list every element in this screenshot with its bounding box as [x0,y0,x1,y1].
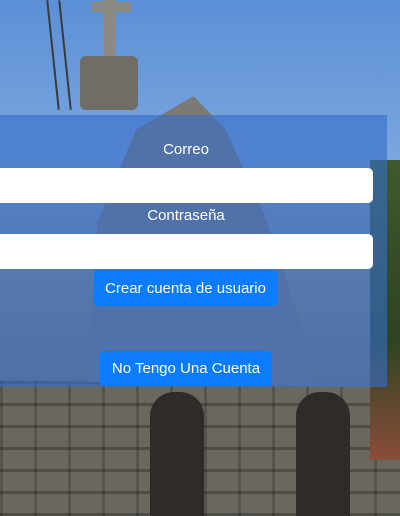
email-field[interactable] [0,168,373,203]
signup-panel: Correo Contraseña Crear cuenta de usuari… [0,115,387,387]
tower-opening [296,392,350,516]
password-label: Contraseña [147,207,225,224]
email-label: Correo [163,141,209,158]
tower-cap [80,56,138,110]
cross-bar [92,2,132,12]
tower-opening [150,392,204,516]
password-field[interactable] [0,234,373,269]
antenna-wire [46,0,60,110]
create-account-button[interactable]: Crear cuenta de usuario [94,270,277,306]
antenna-wire [58,0,72,110]
no-account-button[interactable]: No Tengo Una Cuenta [100,351,272,386]
